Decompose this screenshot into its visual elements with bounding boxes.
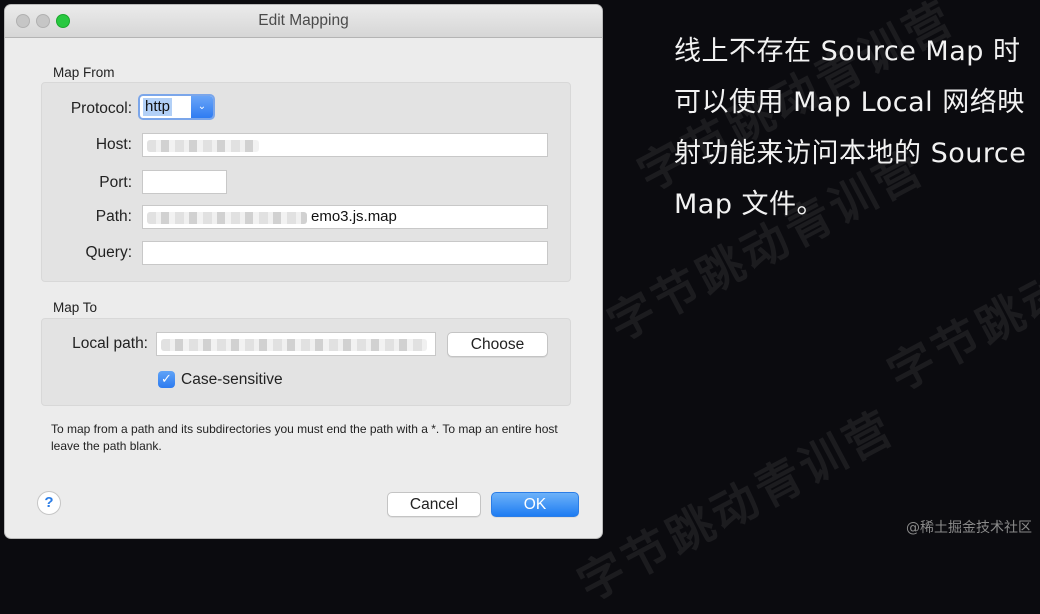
case-sensitive-checkbox[interactable]: ✓ bbox=[158, 371, 175, 388]
help-button[interactable]: ? bbox=[37, 491, 61, 515]
redacted-path bbox=[147, 212, 307, 224]
path-value: emo3.js.map bbox=[311, 208, 397, 225]
choose-button[interactable]: Choose bbox=[447, 332, 548, 357]
window-title: Edit Mapping bbox=[258, 12, 349, 29]
local-path-field[interactable] bbox=[156, 332, 436, 356]
chevron-down-icon: ⌄ bbox=[191, 96, 213, 118]
side-caption-line: Map 文件。 bbox=[674, 189, 825, 220]
side-caption-line: 线上不存在 Source Map 时 bbox=[674, 36, 1021, 67]
ok-button[interactable]: OK bbox=[491, 492, 579, 517]
redacted-host bbox=[147, 140, 259, 152]
side-caption-line: 可以使用 Map Local 网络映 bbox=[674, 87, 1025, 118]
path-field[interactable]: emo3.js.map bbox=[142, 205, 548, 229]
host-field[interactable] bbox=[142, 133, 548, 157]
credit-text: @稀土掘金技术社区 bbox=[906, 520, 1032, 536]
port-field[interactable] bbox=[142, 170, 227, 194]
cancel-button[interactable]: Cancel bbox=[387, 492, 481, 517]
redacted-local-path bbox=[161, 339, 427, 351]
host-label: Host: bbox=[95, 136, 132, 153]
watermark: 字节跳动青训营 bbox=[569, 399, 904, 612]
protocol-value: http bbox=[143, 98, 173, 116]
protocol-select[interactable]: http ⌄ bbox=[138, 94, 215, 120]
local-path-label: Local path: bbox=[72, 335, 148, 352]
query-field[interactable] bbox=[142, 241, 548, 265]
case-sensitive-label: Case-sensitive bbox=[181, 371, 283, 388]
hint-text: To map from a path and its subdirectorie… bbox=[51, 422, 558, 453]
query-label: Query: bbox=[85, 244, 132, 261]
map-from-heading: Map From bbox=[53, 65, 115, 80]
port-label: Port: bbox=[99, 174, 132, 191]
side-caption: 线上不存在 Source Map 时 可以使用 Map Local 网络映 射功… bbox=[674, 26, 1034, 230]
path-label: Path: bbox=[95, 208, 132, 225]
map-to-heading: Map To bbox=[53, 300, 98, 315]
protocol-label: Protocol: bbox=[70, 100, 132, 117]
side-caption-line: 射功能来访问本地的 Source bbox=[674, 138, 1027, 169]
title-bar: Edit Mapping bbox=[5, 5, 602, 38]
